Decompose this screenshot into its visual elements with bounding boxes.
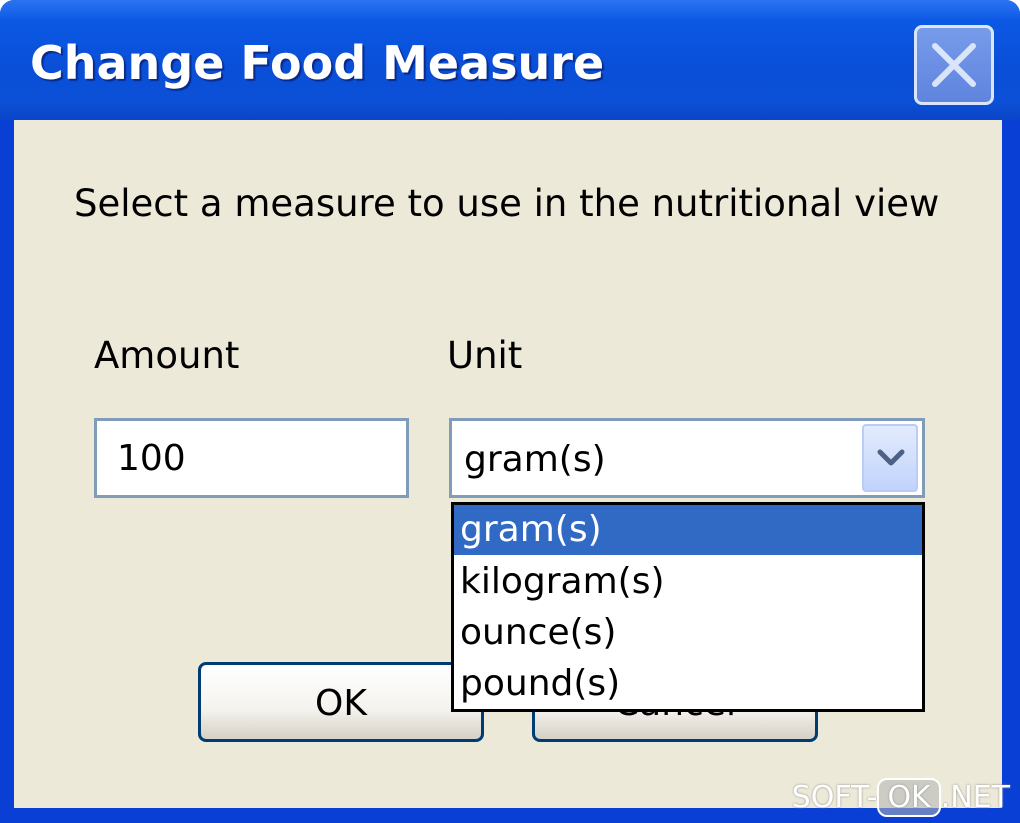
dialog-body: Select a measure to use in the nutrition… — [14, 120, 1002, 808]
unit-dropdown-list: gram(s) kilogram(s) ounce(s) pound(s) — [451, 502, 925, 712]
watermark-left: SOFT- — [791, 780, 878, 815]
ok-button-label: OK — [315, 683, 367, 724]
dropdown-button[interactable] — [862, 424, 918, 492]
unit-label: Unit — [447, 334, 523, 377]
unit-select-value: gram(s) — [464, 439, 606, 480]
unit-option-gram[interactable]: gram(s) — [454, 505, 922, 555]
watermark: SOFT- OK .NET — [792, 778, 1010, 817]
close-icon — [932, 43, 976, 87]
dialog-window: Change Food Measure Select a measure to … — [0, 0, 1020, 823]
watermark-box: OK — [877, 778, 941, 817]
close-button[interactable] — [914, 25, 994, 105]
amount-input[interactable] — [94, 418, 409, 498]
unit-option-pound[interactable]: pound(s) — [454, 659, 922, 709]
ok-button[interactable]: OK — [198, 662, 484, 742]
prompt-text: Select a measure to use in the nutrition… — [74, 182, 940, 225]
window-title: Change Food Measure — [30, 36, 605, 90]
unit-option-kilogram[interactable]: kilogram(s) — [454, 557, 922, 607]
unit-select[interactable]: gram(s) — [449, 418, 925, 498]
watermark-right: .NET — [940, 780, 1010, 815]
chevron-down-icon — [877, 449, 905, 466]
amount-label: Amount — [94, 334, 240, 377]
title-bar[interactable]: Change Food Measure — [0, 0, 1020, 120]
unit-option-ounce[interactable]: ounce(s) — [454, 608, 922, 658]
